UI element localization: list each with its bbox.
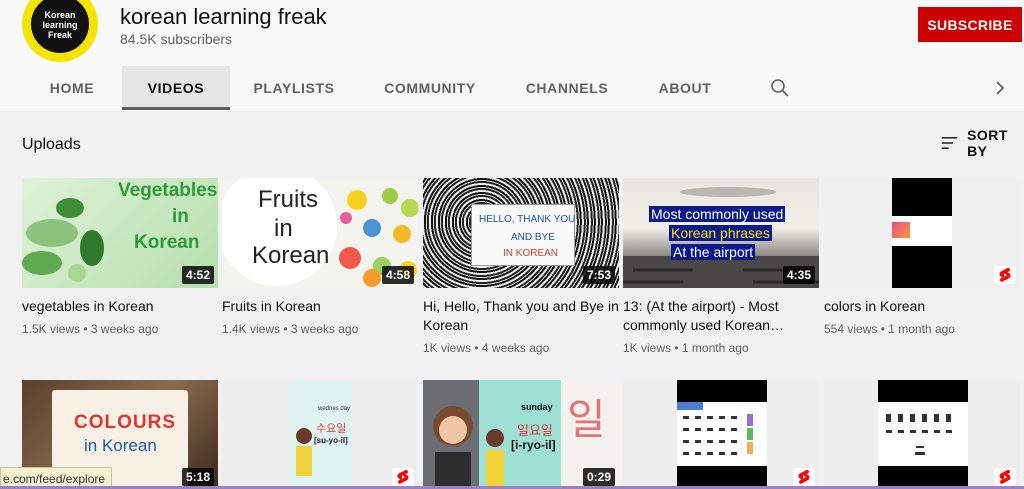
video-meta: 1.4K views • 3 weeks ago bbox=[222, 322, 359, 336]
video-thumbnail[interactable]: Fruits in Korean 4:58 bbox=[222, 178, 418, 288]
video-title[interactable]: colors in Korean bbox=[824, 297, 1020, 316]
upload-age: 4 weeks ago bbox=[481, 341, 550, 355]
video-duration: 7:53 bbox=[582, 266, 615, 284]
avatar-logo-text: Korean learning Freak bbox=[31, 0, 89, 53]
thumbnail-text: 일요일 bbox=[517, 423, 553, 438]
thumbnail-text: 일 bbox=[567, 396, 606, 443]
video-meta: 554 views • 1 month ago bbox=[824, 322, 955, 336]
thumbnail-text: in Korean bbox=[84, 436, 157, 455]
thumbnail-text: wednes day bbox=[318, 406, 351, 412]
subscribe-button[interactable]: SUBSCRIBE bbox=[918, 7, 1022, 42]
video-thumbnail[interactable] bbox=[623, 380, 819, 489]
thumbnail-text: [su-yo-il] bbox=[314, 436, 348, 445]
thumbnail-text: Korean bbox=[252, 242, 330, 269]
shorts-icon bbox=[392, 468, 414, 486]
view-count: 1K views bbox=[623, 341, 672, 355]
thumbnail-text: COLOURS bbox=[74, 412, 176, 433]
thumbnail-text: Most commonly used bbox=[649, 206, 786, 222]
video-thumbnail[interactable]: sunday 일요일 [i-ryo-il] 일 0:29 bbox=[423, 380, 619, 489]
video-duration: 5:18 bbox=[181, 468, 214, 486]
video-meta: 1K views • 4 weeks ago bbox=[423, 341, 550, 355]
thumbnail-text: At the airport bbox=[671, 244, 756, 260]
thumbnail-text: AND BYE bbox=[511, 232, 555, 243]
video-title[interactable]: vegetables in Korean bbox=[22, 297, 218, 316]
video-thumbnail[interactable]: wednes day 수요일 [su-yo-il] bbox=[222, 380, 418, 489]
tab-videos[interactable]: VIDEOS bbox=[122, 66, 230, 110]
view-count: 1K views bbox=[423, 341, 472, 355]
thumbnail-text: Fruits bbox=[258, 186, 318, 213]
video-card[interactable]: Most commonly used Korean phrases At the… bbox=[623, 178, 819, 355]
thumbnail-text: sunday bbox=[521, 402, 553, 412]
video-thumbnail[interactable] bbox=[824, 380, 1020, 489]
video-title[interactable]: 13: (At the airport) - Most commonly use… bbox=[623, 297, 819, 335]
thumbnail-text: Korean bbox=[134, 232, 200, 253]
thumbnail-text: Vegetables bbox=[118, 180, 218, 201]
videos-section: Uploads SORT BY Vegetables in Korean 4:5… bbox=[0, 111, 1024, 489]
tab-about[interactable]: ABOUT bbox=[632, 66, 738, 110]
video-card[interactable]: wednes day 수요일 [su-yo-il] bbox=[222, 380, 418, 489]
channel-header: Korean learning Freak korean learning fr… bbox=[0, 0, 1024, 111]
thumbnail-text: in bbox=[172, 206, 189, 227]
shorts-icon bbox=[793, 468, 815, 486]
tab-playlists[interactable]: PLAYLISTS bbox=[230, 66, 358, 110]
upload-age: 3 weeks ago bbox=[290, 322, 359, 336]
video-duration: 4:58 bbox=[381, 266, 414, 284]
thumbnail-text: Korean phrases bbox=[669, 225, 772, 241]
video-title[interactable]: Hi, Hello, Thank you and Bye in Korean bbox=[423, 297, 619, 335]
thumbnail-text: in bbox=[274, 215, 293, 242]
view-count: 1.5K views bbox=[22, 322, 81, 336]
view-count: 1.4K views bbox=[222, 322, 281, 336]
video-card[interactable] bbox=[623, 380, 819, 489]
video-duration: 4:52 bbox=[181, 266, 214, 284]
chevron-right-icon[interactable] bbox=[988, 76, 1012, 100]
video-card[interactable]: sunday 일요일 [i-ryo-il] 일 0:29 bbox=[423, 380, 619, 489]
thumbnail-text: HELLO, THANK YOU bbox=[479, 214, 576, 225]
short-frame-graphic bbox=[892, 222, 910, 238]
upload-age: 3 weeks ago bbox=[90, 322, 159, 336]
short-frame-header bbox=[677, 402, 703, 410]
video-card[interactable]: Fruits in Korean 4:58 Fruits in Korean 1… bbox=[222, 178, 418, 336]
video-title[interactable]: Fruits in Korean bbox=[222, 297, 418, 316]
video-thumbnail[interactable]: Most commonly used Korean phrases At the… bbox=[623, 178, 819, 288]
section-title: Uploads bbox=[22, 136, 81, 153]
thumbnail-text: 수요일 bbox=[316, 423, 347, 435]
channel-tabs: HOME VIDEOS PLAYLISTS COMMUNITY CHANNELS… bbox=[0, 66, 1024, 110]
video-thumbnail[interactable]: Vegetables in Korean 4:52 bbox=[22, 178, 218, 288]
tab-channels[interactable]: CHANNELS bbox=[502, 66, 632, 110]
video-duration: 4:35 bbox=[782, 266, 815, 284]
sort-by-button[interactable]: SORT BY bbox=[940, 127, 1024, 159]
tab-home[interactable]: HOME bbox=[22, 66, 122, 110]
view-count: 554 views bbox=[824, 322, 878, 336]
shorts-icon bbox=[994, 468, 1016, 486]
sort-icon bbox=[941, 137, 958, 149]
video-card[interactable]: Vegetables in Korean 4:52 vegetables in … bbox=[22, 178, 218, 336]
thumbnail-text: IN KOREAN bbox=[503, 248, 559, 259]
upload-age: 1 month ago bbox=[888, 322, 955, 336]
search-icon[interactable] bbox=[768, 76, 792, 100]
video-duration: 0:29 bbox=[582, 468, 615, 486]
video-card[interactable]: HELLO, THANK YOU AND BYE IN KOREAN 7:53 … bbox=[423, 178, 619, 355]
video-card[interactable]: colors in Korean 554 views • 1 month ago bbox=[824, 178, 1020, 336]
subscriber-count: 84.5K subscribers bbox=[120, 31, 233, 47]
shorts-icon bbox=[994, 266, 1016, 284]
sort-by-label: SORT BY bbox=[967, 127, 1008, 159]
channel-avatar[interactable]: Korean learning Freak bbox=[22, 0, 98, 62]
upload-age: 1 month ago bbox=[681, 341, 749, 355]
thumbnail-text: [i-ryo-il] bbox=[511, 438, 556, 452]
video-meta: 1.5K views • 3 weeks ago bbox=[22, 322, 159, 336]
video-thumbnail[interactable] bbox=[824, 178, 1020, 288]
video-meta: 1K views • 1 month ago bbox=[623, 341, 749, 355]
channel-name: korean learning freak bbox=[120, 4, 327, 29]
tab-community[interactable]: COMMUNITY bbox=[358, 66, 502, 110]
video-card[interactable] bbox=[824, 380, 1020, 489]
video-thumbnail[interactable]: HELLO, THANK YOU AND BYE IN KOREAN 7:53 bbox=[423, 178, 619, 288]
